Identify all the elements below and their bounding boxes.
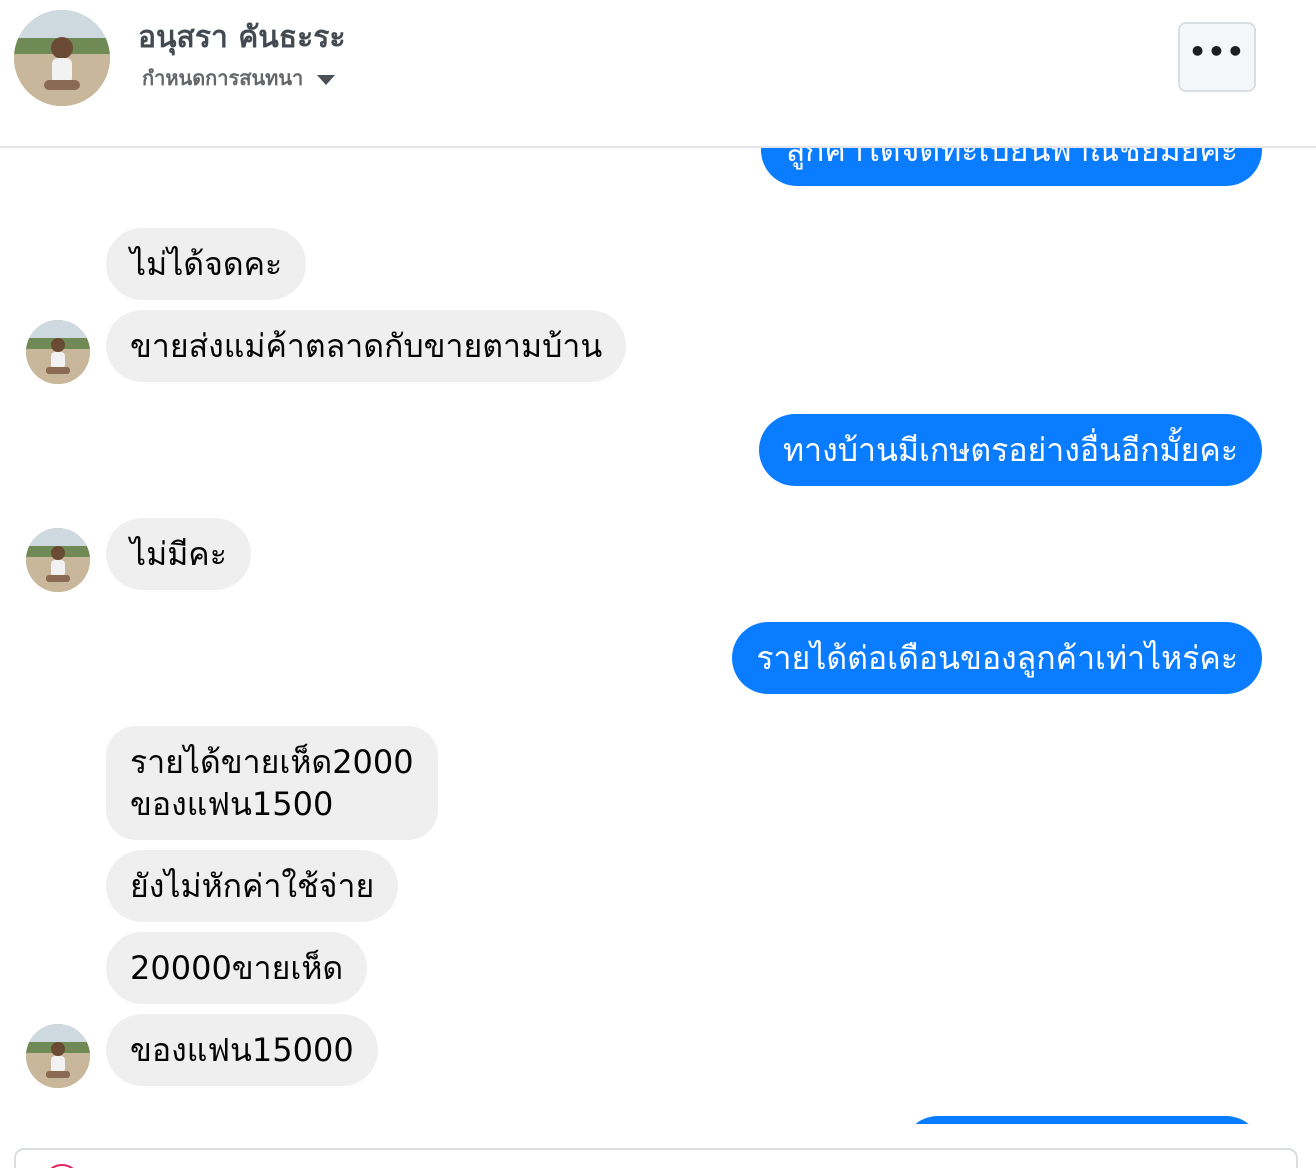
caret-down-icon [317,75,336,85]
conversation-header: อนุสรา คันธะระ กำหนดการสนทนา ••• [0,0,1316,148]
message-bubble-outgoing-partial[interactable] [902,1116,1262,1124]
message-text: รายได้ต่อเดือนของลูกค้าเท่าไหร่คะ [756,639,1238,677]
message-list[interactable]: ลูกค้าได้จดทะเบียนพาณิชย์มั้ยคะ ไม่ได้จด… [0,148,1316,1124]
message-text: ไม่มีคะ [130,535,227,573]
conversation-settings[interactable]: กำหนดการสนทนา [142,62,336,94]
message-text-line: ของแฟน1500 [130,785,334,823]
message-text: 20000ขายเห็ด [130,949,344,987]
message-composer[interactable] [14,1148,1298,1168]
avatar-photo-icon [26,1024,90,1088]
message-bubble-outgoing[interactable]: รายได้ต่อเดือนของลูกค้าเท่าไหร่คะ [732,622,1262,694]
conversation-settings-label: กำหนดการสนทนา [142,66,304,90]
message-text: ยังไม่หักค่าใช้จ่าย [130,867,375,905]
contact-avatar[interactable] [14,10,110,106]
message-bubble-incoming[interactable]: ของแฟน15000 [106,1014,378,1086]
avatar-photo-icon [14,10,110,106]
message-bubble-outgoing[interactable]: ลูกค้าได้จดทะเบียนพาณิชย์มั้ยคะ [761,148,1262,186]
contact-name[interactable]: อนุสรา คันธะระ [138,14,345,61]
message-bubble-incoming[interactable]: รายได้ขายเห็ด2000 ของแฟน1500 [106,726,438,840]
message-bubble-outgoing[interactable]: ทางบ้านมีเกษตรอย่างอื่นอีกมั้ยคะ [759,414,1262,486]
message-bubble-incoming[interactable]: 20000ขายเห็ด [106,932,368,1004]
more-options-button[interactable]: ••• [1178,22,1256,92]
message-text: ไม่ได้จดคะ [130,245,283,283]
ellipsis-icon: ••• [1188,35,1246,68]
message-bubble-incoming[interactable]: ไม่มีคะ [106,518,251,590]
sender-avatar[interactable] [26,1024,90,1088]
message-bubble-incoming[interactable]: ยังไม่หักค่าใช้จ่าย [106,850,399,922]
message-text-line: รายได้ขายเห็ด2000 [130,743,414,781]
message-bubble-incoming[interactable]: ไม่ได้จดคะ [106,228,307,300]
message-text: ลูกค้าได้จดทะเบียนพาณิชย์มั้ยคะ [785,148,1238,169]
emoji-icon[interactable] [44,1164,80,1168]
message-bubble-incoming[interactable]: ขายส่งแม่ค้าตลาดกับขายตามบ้าน [106,310,627,382]
message-text: ทางบ้านมีเกษตรอย่างอื่นอีกมั้ยคะ [783,431,1238,469]
message-text: ขายส่งแม่ค้าตลาดกับขายตามบ้าน [130,327,603,365]
chat-window: อนุสรา คันธะระ กำหนดการสนทนา ••• ลูกค้าไ… [0,0,1316,1168]
sender-avatar[interactable] [26,320,90,384]
sender-avatar[interactable] [26,528,90,592]
message-text: ของแฟน15000 [130,1031,354,1069]
avatar-photo-icon [26,528,90,592]
avatar-photo-icon [26,320,90,384]
